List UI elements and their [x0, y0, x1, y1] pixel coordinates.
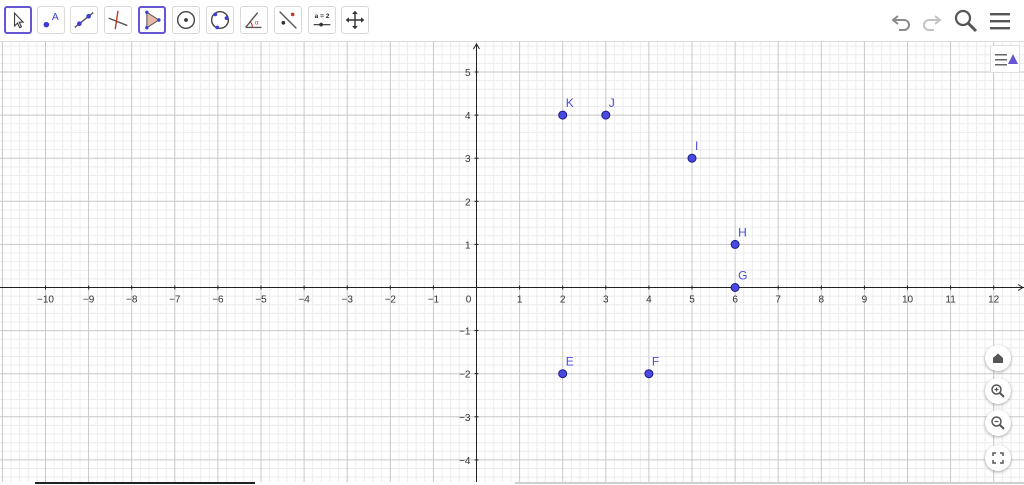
home-button[interactable] [985, 345, 1011, 371]
search-button[interactable] [953, 8, 979, 34]
point-K[interactable] [558, 110, 568, 120]
x-tick-label: 4 [646, 295, 652, 306]
x-tick-label: −3 [341, 295, 353, 306]
line-icon [74, 12, 94, 28]
point-label-J[interactable]: J [609, 96, 615, 110]
home-icon [993, 353, 1003, 363]
y-tick-label: 3 [465, 154, 471, 165]
axes [0, 43, 1024, 485]
undo-button[interactable] [889, 8, 915, 34]
x-tick-label: −1 [428, 295, 440, 306]
x-tick-label: 8 [819, 295, 825, 306]
points-layer: K J I H G E F [558, 96, 747, 379]
x-tick-label: 5 [689, 295, 695, 306]
point-J[interactable] [601, 110, 611, 120]
perpendicular-line-tool[interactable] [104, 6, 132, 34]
slider-tool[interactable]: a = 2 [308, 6, 336, 34]
point-G[interactable] [730, 283, 740, 292]
menu-icon [990, 13, 1010, 30]
style-bar-toggle-button[interactable] [990, 45, 1020, 73]
x-tick-label: −8 [126, 295, 138, 306]
svg-text:α: α [255, 20, 259, 27]
y-tick-label: 5 [465, 68, 471, 79]
x-tick-label: −5 [255, 295, 267, 306]
point-I[interactable] [687, 153, 697, 163]
toolbar: A α a = 2 [0, 0, 1024, 42]
zoom-in-icon [991, 384, 1005, 398]
zoom-in-button[interactable] [985, 378, 1011, 404]
y-tick-label: −4 [459, 456, 471, 467]
y-tick-label: 4 [465, 111, 471, 122]
fullscreen-button[interactable] [985, 445, 1011, 471]
move-graphics-view-tool[interactable] [341, 6, 369, 34]
fullscreen-icon [992, 452, 1004, 464]
circle-center-point-tool[interactable] [172, 6, 200, 34]
polygon-icon [145, 10, 161, 30]
x-tick-label: 1 [517, 295, 523, 306]
point-label-E[interactable]: E [566, 355, 574, 369]
style-bar-icon [995, 54, 1018, 66]
x-tick-label: 2 [560, 295, 566, 306]
x-tick-label: 7 [775, 295, 781, 306]
slider-tool-label: a = 2 [315, 13, 330, 20]
move-tool[interactable] [4, 6, 32, 34]
x-tick-label: 12 [988, 295, 1000, 306]
x-tick-label: 3 [603, 295, 609, 306]
y-tick-label: −3 [459, 413, 471, 424]
point-label-H[interactable]: H [738, 225, 747, 239]
x-tick-label: −6 [212, 295, 224, 306]
point-label-F[interactable]: F [652, 355, 659, 369]
x-tick-label: −7 [169, 295, 181, 306]
angle-tool[interactable]: α [240, 6, 268, 34]
point-tool-label: A [52, 12, 59, 23]
cursor-arrow-icon [14, 11, 25, 29]
menu-button[interactable] [987, 8, 1013, 34]
point-F[interactable] [644, 369, 654, 379]
perpendicular-line-icon [108, 10, 128, 30]
point-E[interactable] [558, 369, 568, 379]
redo-button[interactable] [918, 8, 944, 34]
x-tick-label: 6 [732, 295, 738, 306]
search-icon [954, 9, 978, 33]
point-H[interactable] [730, 239, 740, 249]
reflect-icon [279, 11, 297, 29]
y-tick-label: −1 [459, 327, 471, 338]
x-tick-label: −2 [385, 295, 397, 306]
slider-icon: a = 2 [313, 13, 331, 27]
y-tick-label: 1 [465, 240, 471, 251]
circle-center-icon [176, 10, 196, 30]
move-arrows-icon [345, 10, 365, 30]
y-tick-label: 2 [465, 197, 471, 208]
zoom-out-icon [991, 416, 1005, 430]
x-tick-label: −9 [83, 295, 95, 306]
polygon-tool[interactable] [138, 6, 166, 34]
point-label-K[interactable]: K [566, 96, 574, 110]
point-label-G[interactable]: G [738, 269, 747, 283]
redo-icon [923, 15, 942, 31]
x-tick-label: −4 [298, 295, 310, 306]
x-tick-label: −10 [37, 295, 54, 306]
x-tick-label: 11 [945, 295, 956, 306]
major-grid [0, 42, 1024, 485]
x-tick-label: 10 [902, 295, 914, 306]
angle-icon: α [245, 12, 262, 29]
point-label-I[interactable]: I [695, 139, 698, 153]
point-tool[interactable]: A [37, 6, 65, 34]
zoom-out-button[interactable] [985, 410, 1011, 436]
graphics-view[interactable]: −10 −9 −8 −7 −6 −5 −4 −3 −2 −1 0 1 2 3 4 5 6 7 8 9 10 11 12543… [0, 42, 1024, 485]
circle-three-points-icon [210, 10, 230, 30]
point-icon: A [43, 12, 59, 28]
circle-three-points-tool[interactable] [206, 6, 234, 34]
line-tool[interactable] [70, 6, 98, 34]
minor-grid [0, 42, 1024, 485]
x-tick-label: 0 [466, 295, 472, 306]
x-tick-label: 9 [862, 295, 868, 306]
reflect-tool[interactable] [274, 6, 302, 34]
undo-icon [891, 15, 910, 31]
y-tick-label: −2 [459, 370, 471, 381]
